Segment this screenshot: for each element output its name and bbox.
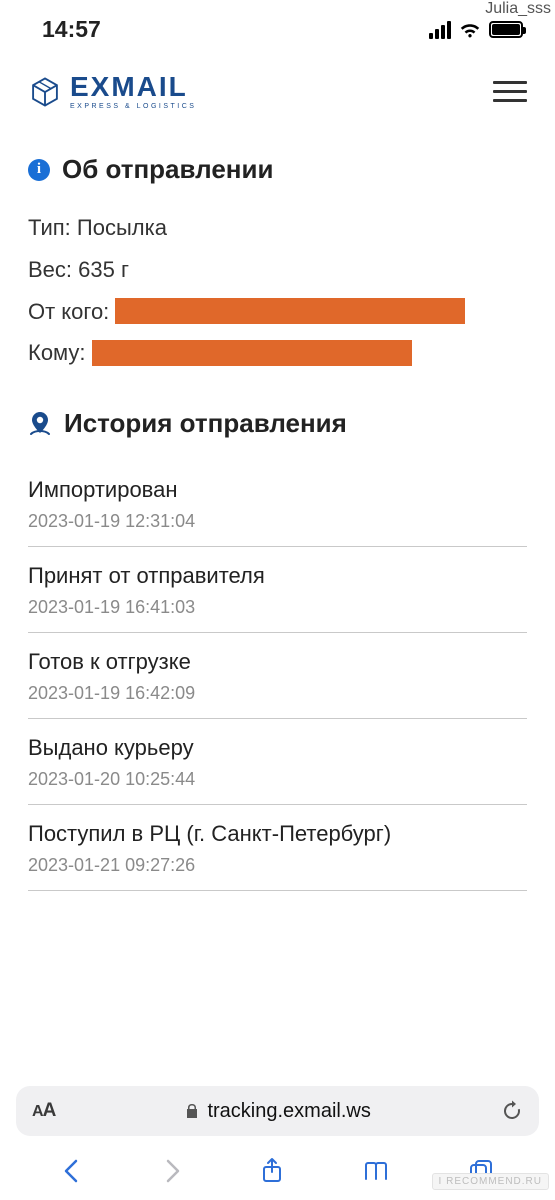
cellular-signal-icon: [429, 21, 451, 39]
history-item: Поступил в РЦ (г. Санкт-Петербург) 2023-…: [28, 805, 527, 891]
safari-address-bar: AA tracking.exmail.ws: [0, 1078, 555, 1146]
cube-icon: [28, 75, 62, 109]
back-button[interactable]: [61, 1158, 83, 1184]
to-redacted: [92, 340, 412, 366]
menu-button[interactable]: [493, 81, 527, 102]
shipment-weight-row: Вес: 635 г: [28, 249, 527, 291]
shipment-type-row: Тип: Посылка: [28, 207, 527, 249]
history-status: Готов к отгрузке: [28, 649, 527, 675]
type-value: Посылка: [77, 207, 167, 249]
bookmarks-button[interactable]: [362, 1159, 390, 1183]
weight-label: Вес:: [28, 249, 72, 291]
history-timestamp: 2023-01-19 16:42:09: [28, 683, 527, 704]
url-display[interactable]: tracking.exmail.ws: [65, 1100, 491, 1123]
info-icon: i: [28, 159, 50, 181]
text-size-button[interactable]: AA: [32, 1100, 55, 1122]
history-status: Поступил в РЦ (г. Санкт-Петербург): [28, 821, 527, 847]
history-timestamp: 2023-01-21 09:27:26: [28, 855, 527, 876]
status-indicators: [429, 21, 523, 39]
history-status: Выдано курьеру: [28, 735, 527, 761]
shipment-to-row: Кому:: [28, 332, 527, 374]
corner-username: Julia_sss: [485, 0, 551, 18]
reload-button[interactable]: [501, 1100, 523, 1122]
history-item: Импортирован 2023-01-19 12:31:04: [28, 461, 527, 547]
type-label: Тип:: [28, 207, 71, 249]
history-item: Выдано курьеру 2023-01-20 10:25:44: [28, 719, 527, 805]
from-redacted: [115, 298, 465, 324]
brand-tagline: EXPRESS & LOGISTICS: [70, 103, 196, 110]
history-section-title: История отправления: [28, 408, 527, 439]
shipment-from-row: От кого:: [28, 291, 527, 333]
history-timestamp: 2023-01-19 12:31:04: [28, 511, 527, 532]
weight-value: 635 г: [78, 249, 129, 291]
history-status: Принят от отправителя: [28, 563, 527, 589]
history-status: Импортирован: [28, 477, 527, 503]
address-box[interactable]: AA tracking.exmail.ws: [16, 1086, 539, 1136]
ios-status-bar: 14:57: [0, 0, 555, 51]
history-timestamp: 2023-01-20 10:25:44: [28, 769, 527, 790]
location-pin-icon: [28, 411, 52, 437]
status-time: 14:57: [42, 16, 101, 43]
battery-icon: [489, 21, 523, 38]
share-button[interactable]: [260, 1157, 284, 1185]
history-item: Готов к отгрузке 2023-01-19 16:42:09: [28, 633, 527, 719]
forward-button[interactable]: [161, 1158, 183, 1184]
url-text: tracking.exmail.ws: [207, 1100, 370, 1123]
from-label: От кого:: [28, 291, 109, 333]
wifi-icon: [458, 21, 482, 39]
exmail-logo[interactable]: EXMAIL EXPRESS & LOGISTICS: [28, 73, 196, 110]
about-title-text: Об отправлении: [62, 154, 273, 185]
history-item: Принят от отправителя 2023-01-19 16:41:0…: [28, 547, 527, 633]
about-section-title: i Об отправлении: [28, 154, 527, 185]
history-list: Импортирован 2023-01-19 12:31:04 Принят …: [28, 461, 527, 891]
history-title-text: История отправления: [64, 408, 347, 439]
app-header: EXMAIL EXPRESS & LOGISTICS: [0, 51, 555, 128]
to-label: Кому:: [28, 332, 86, 374]
history-timestamp: 2023-01-19 16:41:03: [28, 597, 527, 618]
lock-icon: [185, 1103, 199, 1119]
brand-name: EXMAIL: [70, 73, 196, 101]
site-watermark: I RECOMMEND.RU: [432, 1173, 549, 1190]
